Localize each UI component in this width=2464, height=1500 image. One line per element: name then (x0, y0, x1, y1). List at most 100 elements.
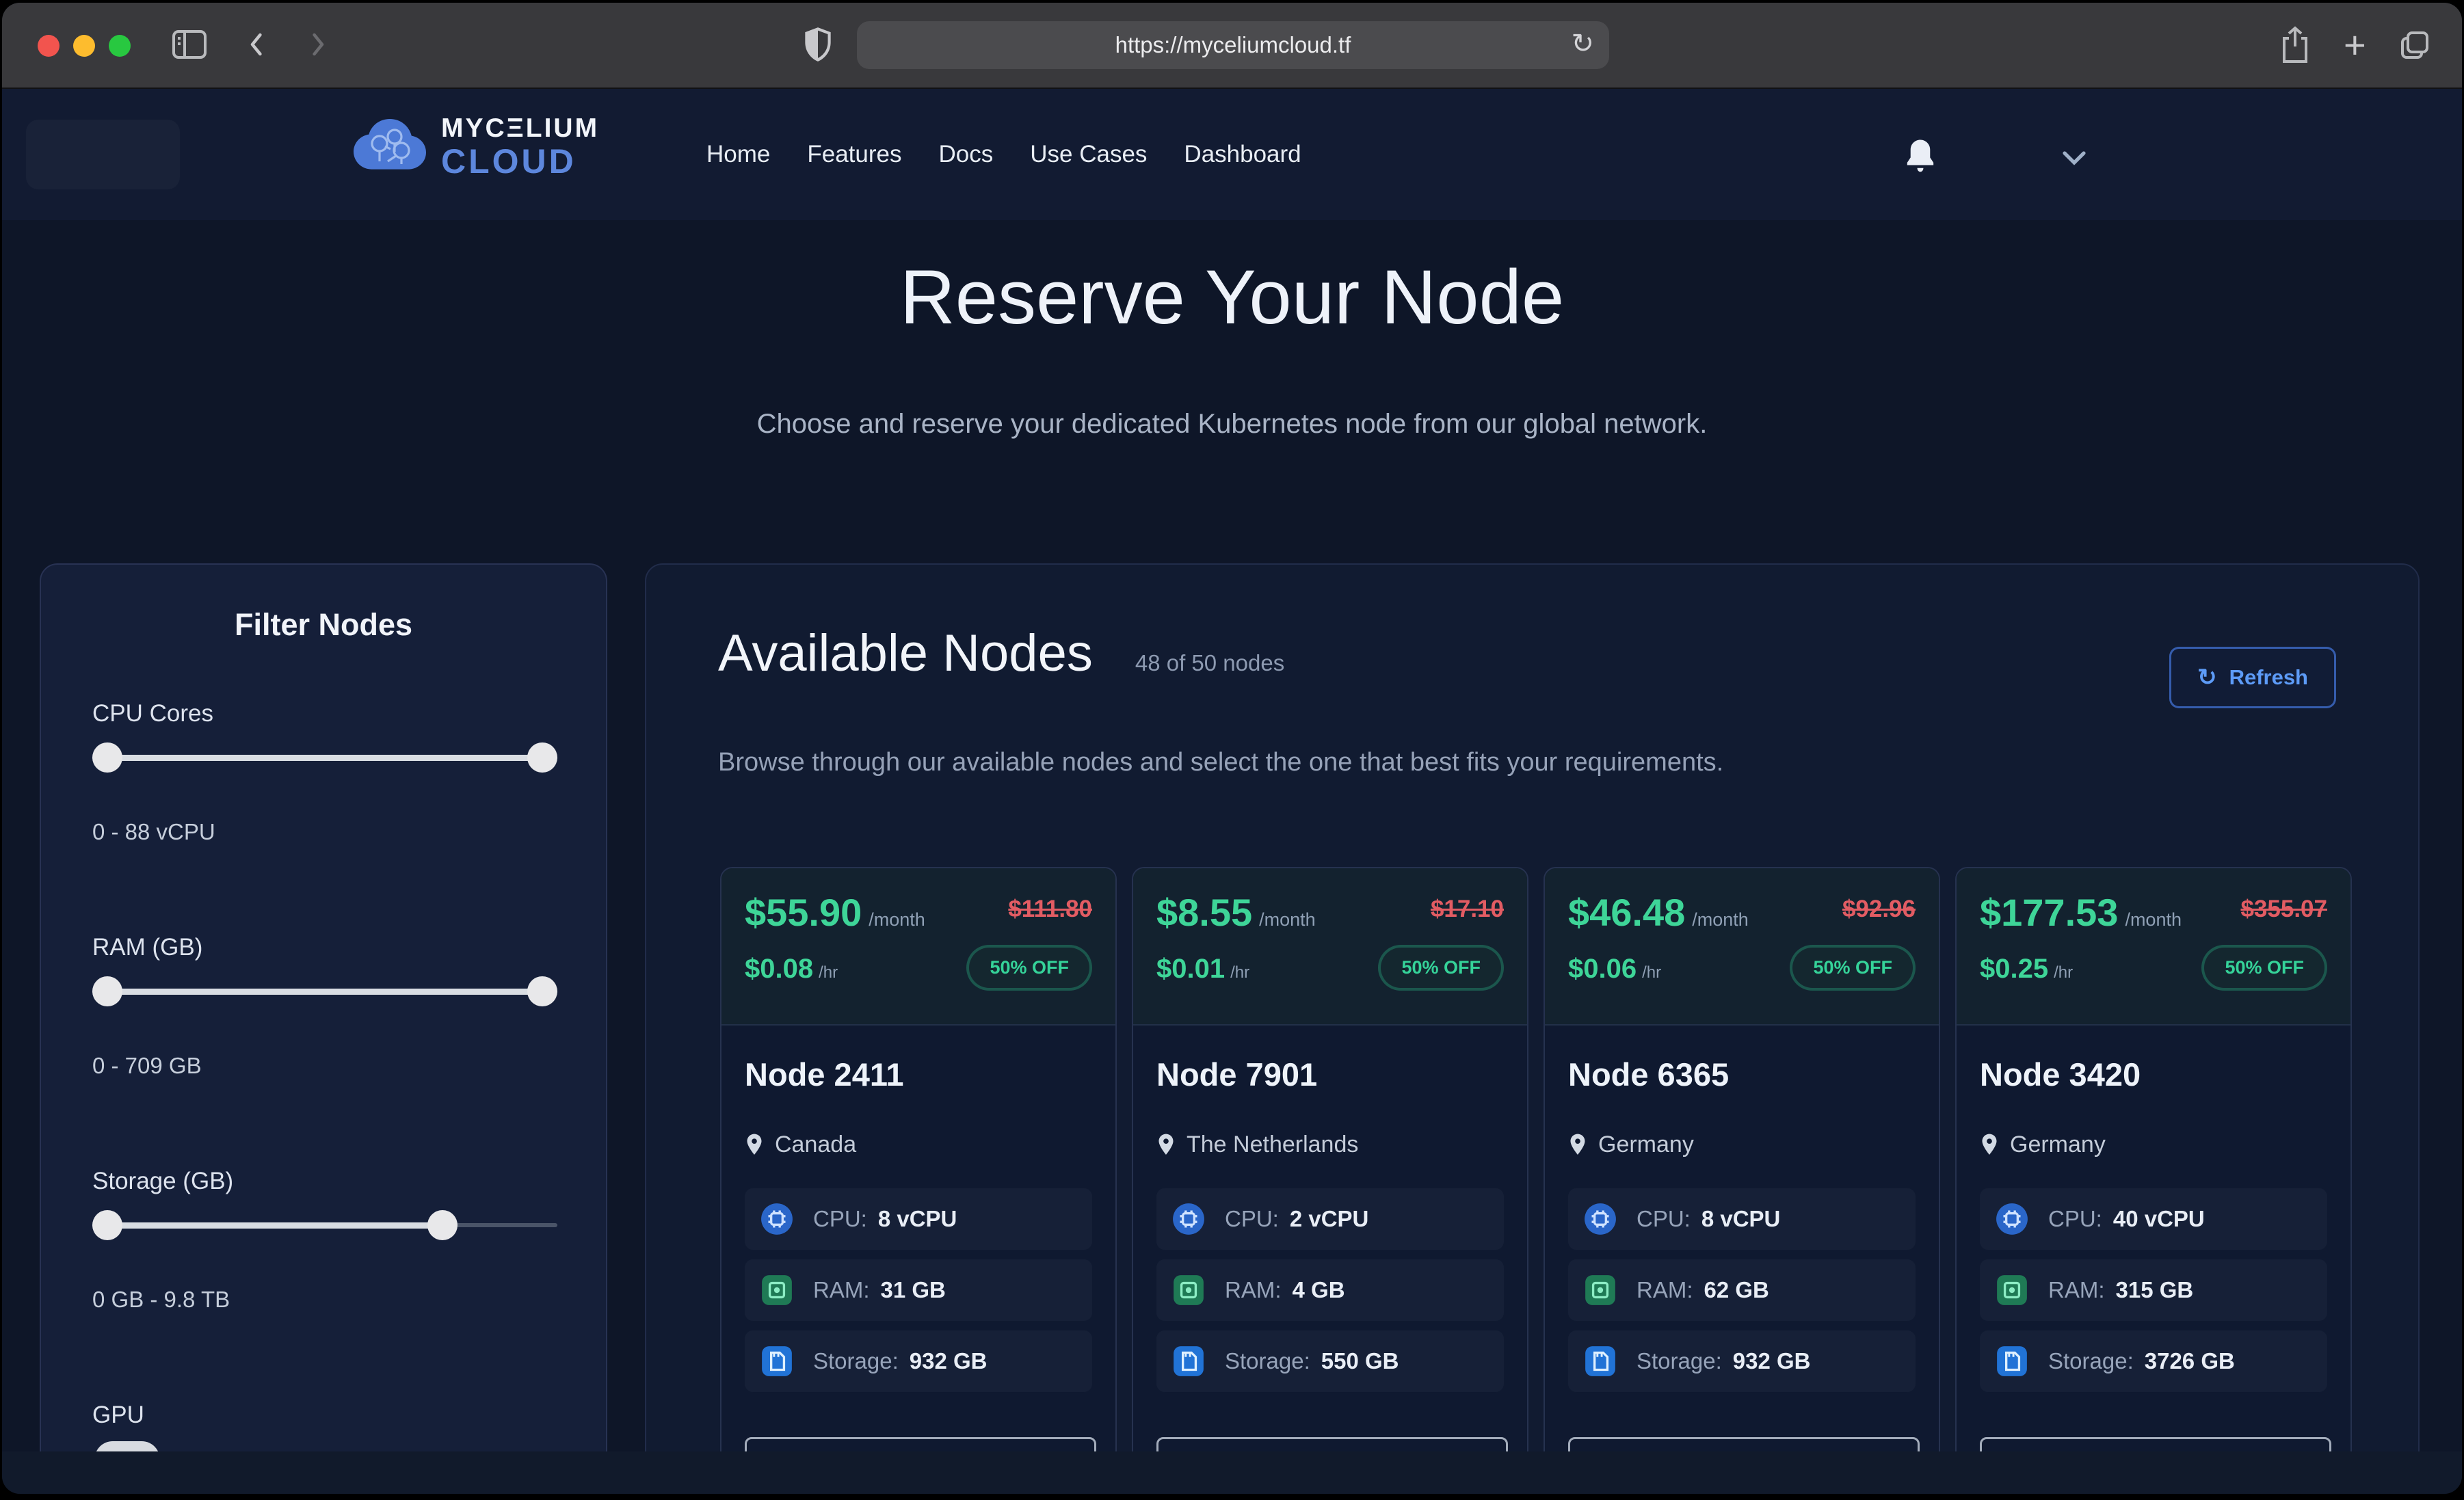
node-card[interactable]: $177.53/month $0.25/hr $355.07 50% OFF N… (1955, 867, 2352, 1451)
storage-slider-track[interactable] (92, 1222, 442, 1229)
check-node-health-button[interactable]: Check Node Health (745, 1437, 1096, 1451)
storage-icon (1171, 1344, 1206, 1378)
check-node-health-button[interactable]: Check Node Health (1568, 1437, 1920, 1451)
back-button[interactable] (243, 30, 271, 62)
spec-row-ram: RAM: 31 GB (745, 1259, 1092, 1321)
mycelium-cloud-logo-icon (349, 111, 430, 182)
ram-slider-handle-min[interactable] (92, 976, 122, 1006)
cpu-range-slider[interactable] (92, 741, 557, 774)
share-icon[interactable] (2279, 26, 2311, 68)
sidebar-toggle-icon[interactable] (172, 29, 207, 64)
per-hour-label: /hr (1230, 963, 1249, 982)
original-price: $17.10 (1431, 896, 1504, 923)
nav-item-features[interactable]: Features (807, 141, 901, 168)
check-node-health-button[interactable]: Check Node Health (1156, 1437, 1508, 1451)
node-location-text: Germany (2010, 1131, 2106, 1158)
ram-filter-range: 0 - 709 GB (92, 1053, 202, 1079)
ram-label: RAM: (2048, 1277, 2105, 1303)
cpu-value: 8 vCPU (878, 1206, 957, 1232)
new-tab-icon[interactable]: + (2344, 30, 2366, 60)
nav-item-use-cases[interactable]: Use Cases (1030, 141, 1147, 168)
cpu-slider-handle-min[interactable] (92, 742, 122, 773)
cpu-value: 40 vCPU (2113, 1206, 2205, 1232)
site-logo[interactable]: MYCΞLIUM CLOUD (349, 111, 599, 182)
tab-overview-icon[interactable] (2398, 29, 2431, 65)
ram-slider-handle-max[interactable] (527, 976, 557, 1006)
gpu-toggle[interactable] (94, 1441, 160, 1451)
zoom-window-button[interactable] (109, 35, 131, 57)
nav-links: Home Features Docs Use Cases Dashboard (706, 89, 1301, 220)
ram-range-slider[interactable] (92, 975, 557, 1008)
node-card-body: Node 6365 Germany CPU: 8 vCPU (1545, 1056, 1939, 1451)
cpu-label: CPU: (1637, 1206, 1691, 1232)
logo-line2: CLOUD (441, 144, 599, 178)
ram-slider-track[interactable] (92, 989, 557, 995)
refresh-button[interactable]: ↻ Refresh (2169, 647, 2336, 708)
ram-value: 4 GB (1293, 1277, 1345, 1303)
spec-row-cpu: CPU: 8 vCPU (1568, 1188, 1916, 1250)
notifications-bell-icon[interactable] (1902, 137, 1939, 180)
node-card-pricing: $177.53/month $0.25/hr $355.07 50% OFF (1957, 868, 2350, 1026)
window-bottom-strip (2, 1451, 2462, 1494)
node-name: Node 3420 (1980, 1056, 2327, 1093)
node-card-pricing: $55.90/month $0.08/hr $111.80 50% OFF (721, 868, 1115, 1026)
logo-line1: MYCΞLIUM (441, 115, 599, 142)
node-card-pricing: $46.48/month $0.06/hr $92.96 50% OFF (1545, 868, 1939, 1026)
node-card[interactable]: $55.90/month $0.08/hr $111.80 50% OFF No… (720, 867, 1117, 1451)
cpu-filter-range: 0 - 88 vCPU (92, 819, 215, 845)
available-nodes-title: Available Nodes (718, 624, 1093, 683)
cpu-label: CPU: (1225, 1206, 1279, 1232)
forward-button[interactable] (303, 30, 332, 62)
node-card[interactable]: $46.48/month $0.06/hr $92.96 50% OFF Nod… (1544, 867, 1940, 1451)
reload-icon[interactable]: ↻ (1571, 28, 1594, 59)
storage-icon (1995, 1344, 2029, 1378)
minimize-window-button[interactable] (73, 35, 95, 57)
site-navbar: MYCΞLIUM CLOUD Home Features Docs Use Ca… (2, 89, 2462, 222)
node-name: Node 7901 (1156, 1056, 1504, 1093)
node-specs: CPU: 8 vCPU RAM: 62 GB (1568, 1188, 1916, 1392)
cpu-label: CPU: (2048, 1206, 2102, 1232)
spec-row-cpu: CPU: 2 vCPU (1156, 1188, 1504, 1250)
ram-icon (1583, 1273, 1617, 1307)
check-node-health-button[interactable]: Check Node Health (1980, 1437, 2331, 1451)
location-pin-icon (745, 1133, 764, 1157)
per-month-label: /month (1692, 909, 1749, 930)
spec-row-ram: RAM: 315 GB (1980, 1259, 2327, 1321)
cpu-value: 8 vCPU (1701, 1206, 1781, 1232)
node-location-text: Germany (1598, 1131, 1694, 1158)
node-name: Node 6365 (1568, 1056, 1916, 1093)
ram-icon (1171, 1273, 1206, 1307)
node-specs: CPU: 40 vCPU RAM: 315 GB (1980, 1188, 2327, 1392)
spec-row-ram: RAM: 62 GB (1568, 1259, 1916, 1321)
cpu-slider-track[interactable] (92, 755, 557, 761)
cpu-slider-handle-max[interactable] (527, 742, 557, 773)
nav-item-dashboard[interactable]: Dashboard (1184, 141, 1301, 168)
node-card[interactable]: $8.55/month $0.01/hr $17.10 50% OFF Node… (1132, 867, 1528, 1451)
ram-value: 315 GB (2116, 1277, 2194, 1303)
storage-slider-handle-min[interactable] (92, 1210, 122, 1240)
storage-slider-handle-max[interactable] (427, 1210, 458, 1240)
available-nodes-panel: Available Nodes 48 of 50 nodes ↻ Refresh… (645, 563, 2420, 1451)
per-month-label: /month (2125, 909, 2182, 930)
ram-label: RAM: (813, 1277, 870, 1303)
monthly-price: $177.53 (1980, 891, 2118, 934)
ram-icon (760, 1273, 794, 1307)
ram-value: 62 GB (1704, 1277, 1769, 1303)
url-bar[interactable]: https://myceliumcloud.tf ↻ (857, 21, 1609, 69)
spec-row-storage: Storage: 3726 GB (1980, 1330, 2327, 1392)
close-window-button[interactable] (38, 35, 59, 57)
cpu-icon (1171, 1202, 1206, 1236)
page-subtitle: Choose and reserve your dedicated Kubern… (2, 409, 2462, 440)
nav-item-home[interactable]: Home (706, 141, 770, 168)
node-cards-row: $55.90/month $0.08/hr $111.80 50% OFF No… (720, 867, 2352, 1451)
location-pin-icon (1980, 1133, 1999, 1157)
nav-item-docs[interactable]: Docs (939, 141, 994, 168)
user-menu-chevron-down-icon[interactable] (2059, 148, 2089, 172)
refresh-label: Refresh (2229, 665, 2308, 690)
storage-value: 932 GB (1733, 1348, 1811, 1374)
storage-label: Storage: (1637, 1348, 1722, 1374)
privacy-shield-icon[interactable] (801, 26, 835, 68)
cpu-icon (1583, 1202, 1617, 1236)
nav-skeleton-pill (26, 120, 180, 189)
storage-range-slider[interactable] (92, 1209, 557, 1242)
